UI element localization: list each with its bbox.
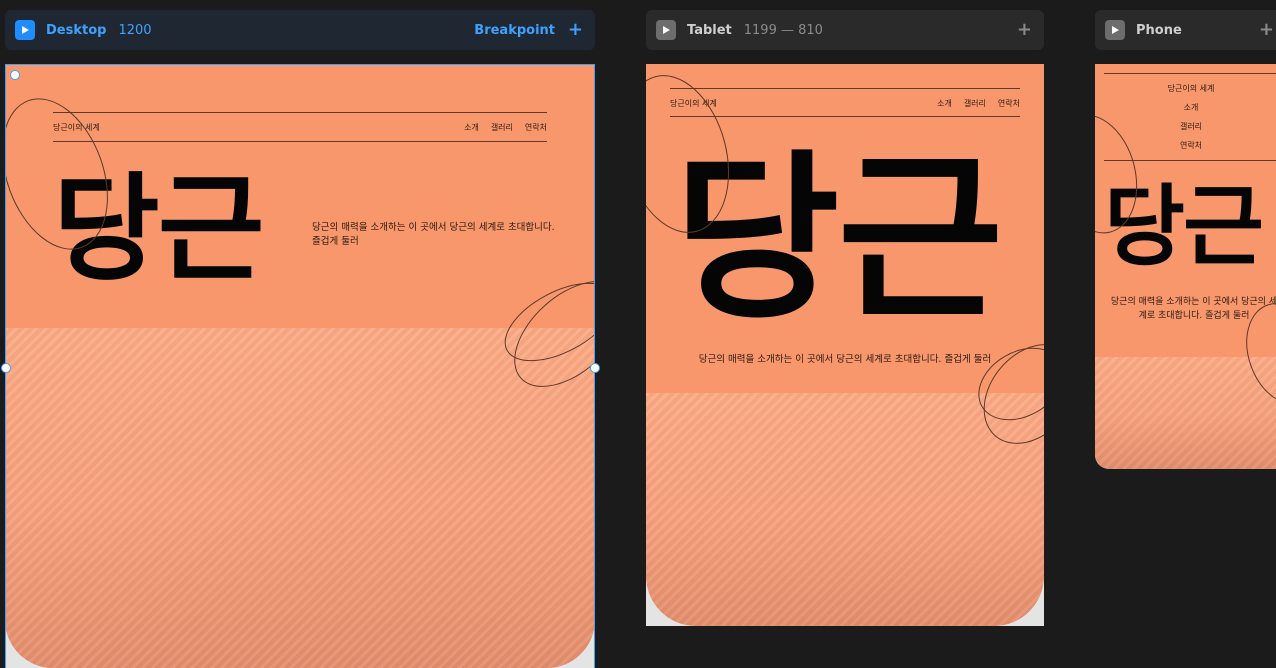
content-section <box>5 328 595 668</box>
hero-description: 당근의 매력을 소개하는 이 곳에서 당근의 세계로 초대합니다. 즐겁게 둘러 <box>698 354 992 365</box>
breakpoint-name: Phone <box>1136 22 1182 38</box>
selection-border-top <box>5 64 595 65</box>
nav-link-contact[interactable]: 연락처 <box>998 98 1020 109</box>
origin-handle[interactable] <box>10 70 20 80</box>
tablet-frame[interactable]: 당근이의 세계 소개 갤러리 연락처 당근 당근의 매력을 소개하는 이 곳에서… <box>646 64 1044 626</box>
header-divider <box>1104 160 1276 161</box>
hero-description: 당근의 매력을 소개하는 이 곳에서 당근의 세 계로 초대합니다. 즐겁게 둘… <box>1099 295 1276 323</box>
resize-handle-left[interactable] <box>1 363 11 373</box>
content-section <box>646 393 1044 626</box>
nav-link-about[interactable]: 소개 <box>464 122 479 133</box>
site-title[interactable]: 당근이의 세계 <box>670 98 717 109</box>
plus-icon[interactable]: + <box>568 21 583 39</box>
breakpoint-name: Tablet <box>687 22 732 38</box>
header-divider <box>670 116 1020 117</box>
phone-breakpoint-bar[interactable]: Phone + <box>1095 10 1276 50</box>
breakpoint-name: Desktop <box>46 22 107 38</box>
nav-link-about[interactable]: 소개 <box>1184 102 1199 113</box>
site-nav: 소개 갤러리 연락처 <box>452 122 547 133</box>
header-divider <box>53 141 547 142</box>
nav-link-contact[interactable]: 연락처 <box>1180 140 1202 151</box>
nav-link-gallery[interactable]: 갤러리 <box>1180 121 1202 132</box>
site-nav: 소개 갤러리 연락처 <box>925 98 1020 109</box>
breakpoint-range: 1199 — 810 <box>743 22 823 38</box>
desktop-breakpoint-bar[interactable]: Desktop 1200 Breakpoint + <box>5 10 595 50</box>
plus-icon[interactable]: + <box>1259 21 1274 39</box>
desktop-frame[interactable]: 당근이의 세계 소개 갤러리 연락처 당근 당근의 매력을 소개하는 이 곳에서… <box>5 64 595 668</box>
nav-link-contact[interactable]: 연락처 <box>525 122 547 133</box>
plus-icon[interactable]: + <box>1017 21 1032 39</box>
phone-frame[interactable]: 당근이의 세계 소개 갤러리 연락처 당근 당근의 매력을 소개하는 이 곳에서… <box>1095 64 1276 469</box>
resize-handle-right[interactable] <box>590 363 600 373</box>
preview-tablet-button[interactable] <box>656 20 676 40</box>
description-line: 당근의 매력을 소개하는 이 곳에서 당근의 세계로 초대합니다. <box>312 222 555 233</box>
nav-link-gallery[interactable]: 갤러리 <box>491 122 513 133</box>
hero-heading: 당근 <box>53 162 264 297</box>
nav-link-about[interactable]: 소개 <box>937 98 952 109</box>
hero-heading: 당근 <box>1104 175 1264 278</box>
play-icon <box>1112 26 1119 34</box>
header-divider <box>53 112 547 113</box>
play-icon <box>663 26 670 34</box>
tablet-breakpoint-bar[interactable]: Tablet 1199 — 810 + <box>646 10 1044 50</box>
site-title[interactable]: 당근이의 세계 <box>53 122 100 133</box>
breakpoint-range: 1200 <box>118 22 152 38</box>
nav-link-gallery[interactable]: 갤러리 <box>964 98 986 109</box>
hero-heading: 당근 <box>674 135 1003 344</box>
preview-desktop-button[interactable] <box>15 20 35 40</box>
description-line: 계로 초대합니다. 즐겁게 둘러 <box>1138 311 1250 321</box>
header-divider <box>1104 73 1276 74</box>
description-line: 당근의 매력을 소개하는 이 곳에서 당근의 세 <box>1110 297 1276 307</box>
play-icon <box>22 26 29 34</box>
hero-description: 당근의 매력을 소개하는 이 곳에서 당근의 세계로 초대합니다. 즐겁게 둘러 <box>312 221 562 249</box>
description-line: 즐겁게 둘러 <box>312 236 359 247</box>
add-breakpoint-label[interactable]: Breakpoint <box>474 23 555 38</box>
preview-phone-button[interactable] <box>1105 20 1125 40</box>
header-divider <box>670 88 1020 89</box>
site-title[interactable]: 당근이의 세계 <box>1168 83 1215 94</box>
content-section <box>1095 357 1276 469</box>
